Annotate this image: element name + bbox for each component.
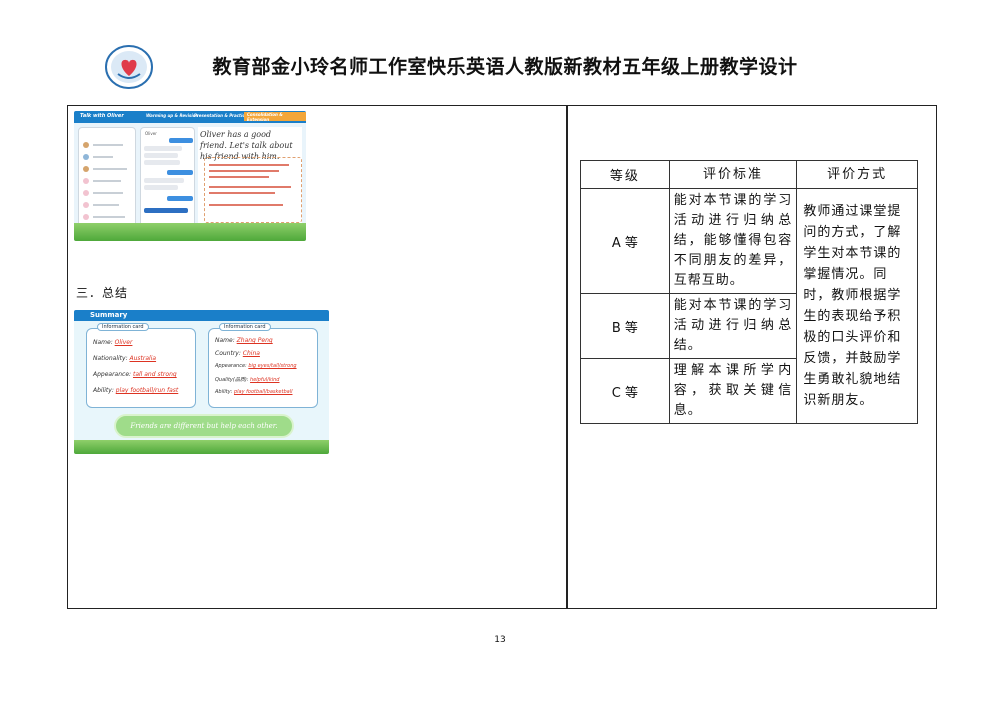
evaluation-table: 等级 评价标准 评价方式 A 等 能对本节课的学习活动进行归纳总结，能够懂得包容… — [580, 160, 918, 424]
card-field: Name: Oliver — [93, 339, 133, 346]
summary-banner: Friends are different but help each othe… — [114, 414, 294, 438]
column-header-method: 评价方式 — [796, 160, 918, 189]
banner-text: Friends are different but help each othe… — [130, 422, 278, 430]
card-title: Information card — [219, 323, 271, 331]
standard-c: 理解本课所学内容，获取关键信息。 — [668, 358, 798, 424]
chat-contact-list — [78, 127, 136, 231]
grade-c: C 等 — [580, 358, 670, 424]
card-field: Ability: play football/run fast — [93, 387, 179, 394]
table-row: A 等 能对本节课的学习活动进行归纳总结，能够懂得包容不同朋友的差异，互帮互助。… — [580, 188, 918, 424]
grade-a: A 等 — [580, 188, 670, 294]
tab-consolidation: Consolidation & Extension — [244, 112, 306, 122]
page-title: 教育部金小玲名师工作室快乐英语人教版新教材五年级上册教学设计 — [212, 56, 798, 78]
chat-window: Oliver — [140, 127, 195, 231]
column-header-grade: 等级 — [580, 160, 670, 189]
slide-talk-with-oliver: Talk with Oliver Warming up & Revision P… — [74, 111, 306, 241]
slide-header: Talk with Oliver Warming up & Revision P… — [74, 111, 306, 123]
slide-summary: Summary Information card Name: Oliver Na… — [74, 310, 329, 454]
standard-b: 能对本节课的学习活动进行归纳总结。 — [668, 293, 798, 359]
tab-presentation: Presentation & Practice — [194, 113, 248, 118]
standard-a: 能对本节课的学习活动进行归纳总结，能够懂得包容不同朋友的差异，互帮互助。 — [668, 188, 798, 294]
card-field: Appearance: big eyes/tall/strong — [215, 363, 297, 369]
information-card-zhang-peng: Information card Name: Zhang Peng Countr… — [208, 323, 318, 408]
teaching-steps-box — [204, 157, 302, 223]
information-card-oliver: Information card Name: Oliver Nationalit… — [86, 323, 196, 408]
card-field: Nationality: Australia — [93, 355, 157, 362]
column-divider — [566, 106, 568, 608]
contact-name: Oliver — [145, 131, 157, 136]
slide-header: Summary — [74, 310, 329, 321]
avatar — [83, 202, 89, 208]
slide-title: Talk with Oliver — [80, 113, 124, 119]
column-header-standard: 评价标准 — [668, 160, 798, 189]
avatar — [83, 178, 89, 184]
avatar — [83, 190, 89, 196]
evaluation-method: 教师通过课堂提问的方式，了解学生对本节课的掌握情况。同时，教师根据学生的表现给予… — [796, 188, 918, 424]
grass-decoration — [74, 440, 329, 454]
grade-b: B 等 — [580, 293, 670, 359]
tab-warming-up: Warming up & Revision — [146, 113, 199, 118]
lesson-table: Talk with Oliver Warming up & Revision P… — [67, 105, 937, 609]
avatar — [83, 214, 89, 220]
avatar — [83, 154, 89, 160]
card-field: Appearance: tall and strong — [93, 371, 177, 378]
card-field: Ability: play football/basketball — [215, 389, 293, 395]
slide-text-panel: Oliver has a good friend. Let's talk abo… — [198, 127, 302, 227]
table-header-row: 等级 评价标准 评价方式 — [580, 160, 918, 189]
card-field: Quality(品质): helpful/kind — [215, 377, 280, 383]
avatar — [83, 166, 89, 172]
page-number: 13 — [494, 635, 506, 645]
slide-title: Summary — [90, 311, 128, 319]
card-field: Name: Zhang Peng — [215, 337, 273, 344]
grass-decoration — [74, 223, 306, 241]
card-title: Information card — [97, 323, 149, 331]
avatar — [83, 142, 89, 148]
summary-heading: 三．总结 — [76, 286, 129, 300]
card-field: Country: China — [215, 350, 260, 357]
